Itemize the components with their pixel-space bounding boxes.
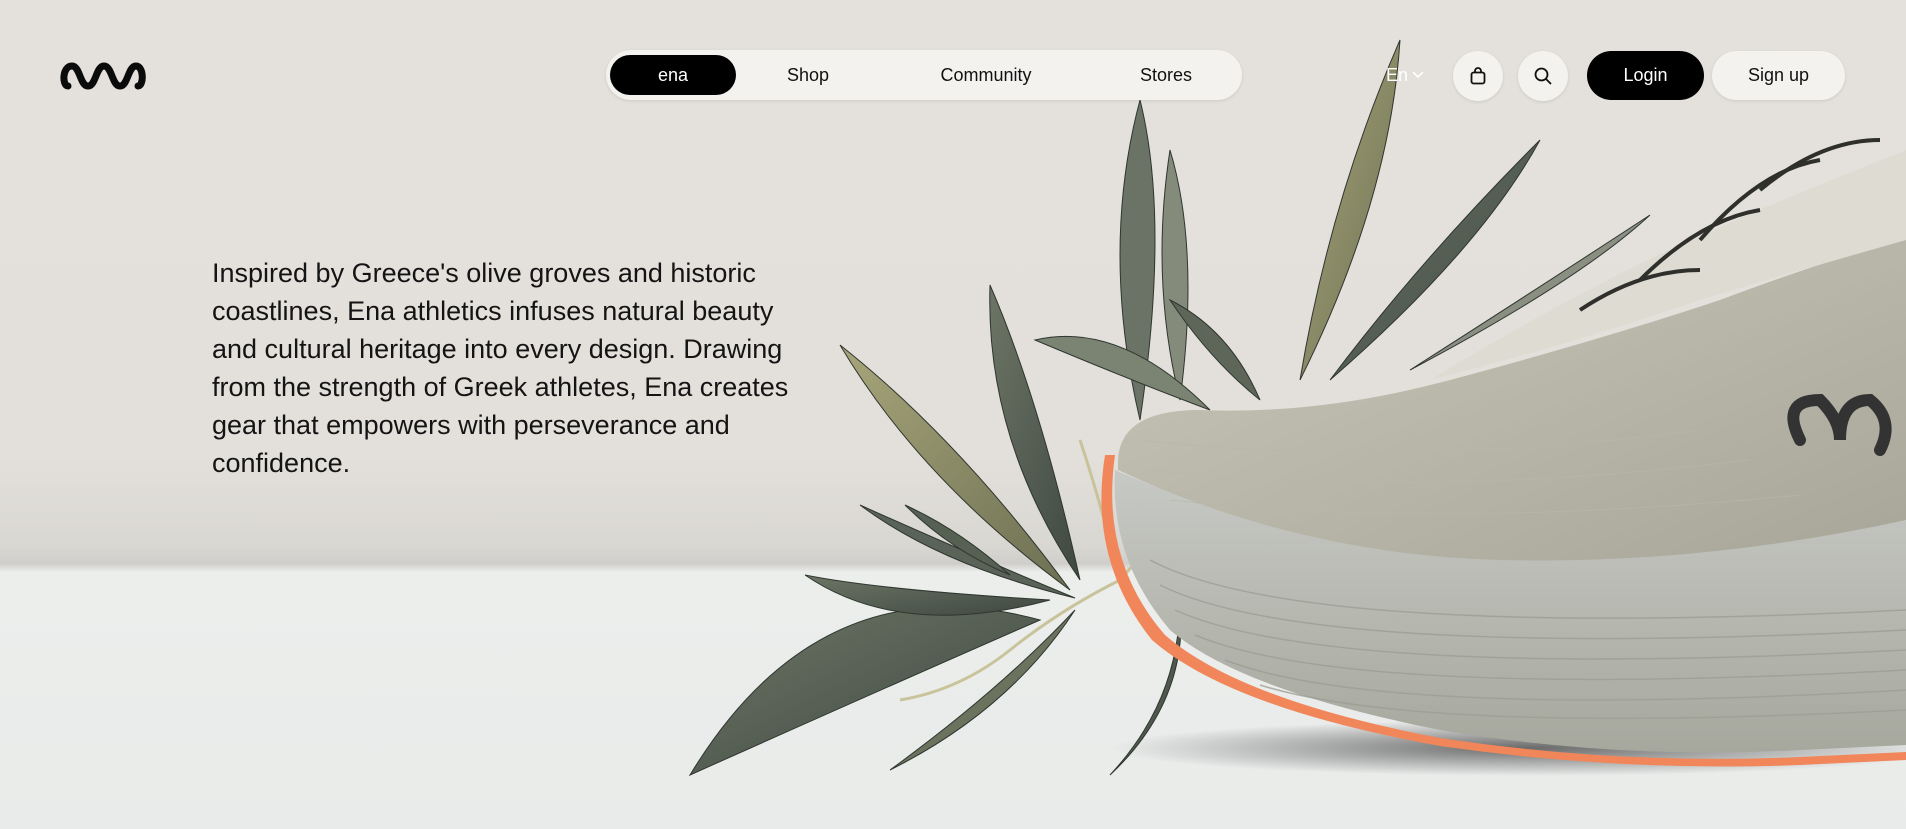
language-selector[interactable]: En bbox=[1386, 60, 1424, 90]
nav-item-stores[interactable]: Stores bbox=[1116, 55, 1216, 95]
logo[interactable] bbox=[58, 52, 154, 98]
shoe-midsole bbox=[1114, 470, 1906, 753]
main-nav: ena Shop Community Stores bbox=[606, 50, 1242, 100]
signup-button[interactable]: Sign up bbox=[1712, 51, 1845, 100]
ena-wave-logo-icon bbox=[60, 62, 146, 90]
nav-item-community[interactable]: Community bbox=[916, 55, 1056, 95]
nav-item-ena[interactable]: ena bbox=[610, 55, 736, 95]
shopping-bag-icon bbox=[1470, 67, 1486, 85]
nav-item-shop[interactable]: Shop bbox=[756, 55, 860, 95]
olive-branch bbox=[688, 39, 1651, 777]
language-label: En bbox=[1386, 64, 1409, 85]
search-icon bbox=[1534, 67, 1552, 85]
hero-description: Inspired by Greece's olive groves and hi… bbox=[212, 258, 789, 478]
shoe-outsole-accent bbox=[1101, 455, 1906, 767]
shoe-upper bbox=[1118, 240, 1906, 561]
search-button[interactable] bbox=[1518, 51, 1568, 101]
cart-button[interactable] bbox=[1453, 51, 1503, 101]
login-button[interactable]: Login bbox=[1587, 51, 1704, 100]
chevron-down-icon bbox=[1412, 71, 1424, 79]
